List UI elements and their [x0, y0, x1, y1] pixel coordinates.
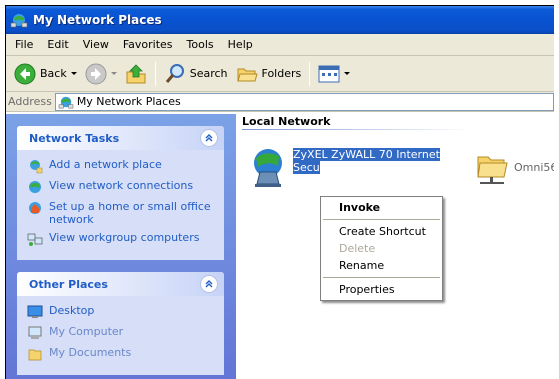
views-icon	[318, 65, 340, 82]
menu-item-delete: Delete	[339, 242, 376, 255]
menu-item-create-shortcut[interactable]: Create Shortcut	[321, 223, 442, 240]
forward-button[interactable]	[81, 60, 121, 88]
up-folder-icon	[126, 63, 146, 83]
workgroup-computers-icon	[27, 233, 43, 246]
network-tasks-title: Network Tasks	[29, 131, 120, 145]
my-computer-icon	[28, 326, 42, 339]
device-name-line1: ZyXEL ZyWALL 70 Internet	[293, 148, 440, 161]
back-label: Back	[40, 67, 67, 80]
folders-button[interactable]: Folders	[232, 60, 306, 88]
main-body: Network Tasks Add a network place View n…	[6, 114, 554, 379]
menu-view[interactable]: View	[76, 38, 116, 51]
task-label: View network connections	[49, 179, 194, 192]
place-my-computer[interactable]: My Computer	[27, 325, 218, 341]
network-share-icon	[477, 156, 508, 184]
upnp-device-icon	[254, 149, 282, 187]
search-icon	[165, 63, 184, 83]
address-value: My Network Places	[76, 95, 181, 108]
network-places-icon	[58, 96, 74, 108]
other-places-header[interactable]: Other Places	[17, 272, 224, 296]
window-title: My Network Places	[33, 13, 162, 27]
place-my-documents[interactable]: My Documents	[27, 346, 218, 362]
toolbar: Back Search Folders	[6, 56, 554, 92]
network-tasks-list: Add a network place View network connect…	[17, 150, 224, 260]
other-places-list: Desktop My Computer My Documents	[17, 296, 224, 375]
place-label: My Computer	[49, 325, 124, 338]
menu-item-invoke[interactable]: Invoke	[321, 199, 442, 216]
place-label: Desktop	[49, 304, 95, 317]
toolbar-separator	[309, 61, 311, 86]
network-share-item[interactable]: Omni56K	[474, 149, 554, 187]
task-label: Add a network place	[49, 158, 162, 171]
explorer-window: My Network Places File Edit View Favorit…	[5, 5, 554, 379]
desktop-icon	[27, 305, 43, 318]
title-bar[interactable]: My Network Places	[6, 6, 554, 34]
folders-icon	[236, 68, 258, 81]
collapse-chevron-icon[interactable]	[200, 129, 218, 147]
address-bar: Address My Network Places	[6, 92, 554, 112]
home-network-setup-icon	[29, 202, 41, 214]
forward-dropdown-icon[interactable]	[110, 72, 117, 75]
menu-separator	[323, 219, 440, 220]
share-label: Omni56K	[514, 161, 554, 174]
task-pane: Network Tasks Add a network place View n…	[6, 114, 236, 379]
toolbar-separator	[154, 61, 156, 86]
menu-tools[interactable]: Tools	[180, 38, 221, 51]
menu-favorites[interactable]: Favorites	[116, 38, 180, 51]
menu-edit[interactable]: Edit	[40, 38, 75, 51]
views-button[interactable]	[314, 60, 354, 88]
menu-item-properties[interactable]: Properties	[321, 281, 442, 298]
up-button[interactable]	[121, 60, 151, 88]
add-network-place-icon	[30, 160, 43, 174]
back-button[interactable]: Back	[10, 60, 81, 88]
folders-label: Folders	[261, 67, 302, 80]
back-dropdown-icon[interactable]	[70, 72, 77, 75]
device-name-line2: Secu	[293, 161, 320, 174]
task-view-network-connections[interactable]: View network connections	[27, 179, 218, 195]
task-setup-home-network[interactable]: Set up a home or small office network	[27, 200, 218, 226]
network-tasks-panel: Network Tasks Add a network place View n…	[17, 126, 224, 260]
menu-item-rename[interactable]: Rename	[321, 257, 442, 274]
network-places-icon	[10, 14, 28, 28]
menu-separator	[323, 277, 440, 278]
task-label: Set up a home or small office network	[49, 200, 211, 226]
other-places-panel: Other Places Desktop My Computer My Docu…	[17, 272, 224, 375]
network-device-item[interactable]: ZyXEL ZyWALL 70 Internet Secu	[246, 146, 443, 190]
views-dropdown-icon[interactable]	[344, 72, 351, 75]
collapse-chevron-icon[interactable]	[200, 275, 218, 293]
task-label: View workgroup computers	[49, 231, 200, 244]
search-button[interactable]: Search	[160, 60, 232, 88]
place-desktop[interactable]: Desktop	[27, 304, 218, 320]
menu-help[interactable]: Help	[221, 38, 260, 51]
menu-bar: File Edit View Favorites Tools Help	[6, 34, 554, 56]
group-header-local-network: Local Network	[242, 115, 331, 128]
context-menu: Invoke Create Shortcut Delete Rename Pro…	[320, 196, 443, 301]
address-label: Address	[8, 95, 52, 108]
my-documents-icon	[28, 349, 42, 361]
forward-arrow-icon	[85, 63, 107, 84]
network-connections-icon	[29, 181, 41, 193]
place-label: My Documents	[49, 346, 132, 359]
search-label: Search	[189, 67, 228, 80]
network-tasks-header[interactable]: Network Tasks	[17, 126, 224, 150]
task-add-network-place[interactable]: Add a network place	[27, 158, 218, 174]
menu-file[interactable]: File	[8, 38, 40, 51]
device-label: ZyXEL ZyWALL 70 Internet Secu	[293, 148, 443, 190]
task-view-workgroup-computers[interactable]: View workgroup computers	[27, 231, 218, 247]
address-input[interactable]: My Network Places	[54, 92, 554, 111]
group-divider	[242, 129, 472, 130]
other-places-title: Other Places	[29, 277, 108, 291]
back-arrow-icon	[14, 63, 36, 84]
